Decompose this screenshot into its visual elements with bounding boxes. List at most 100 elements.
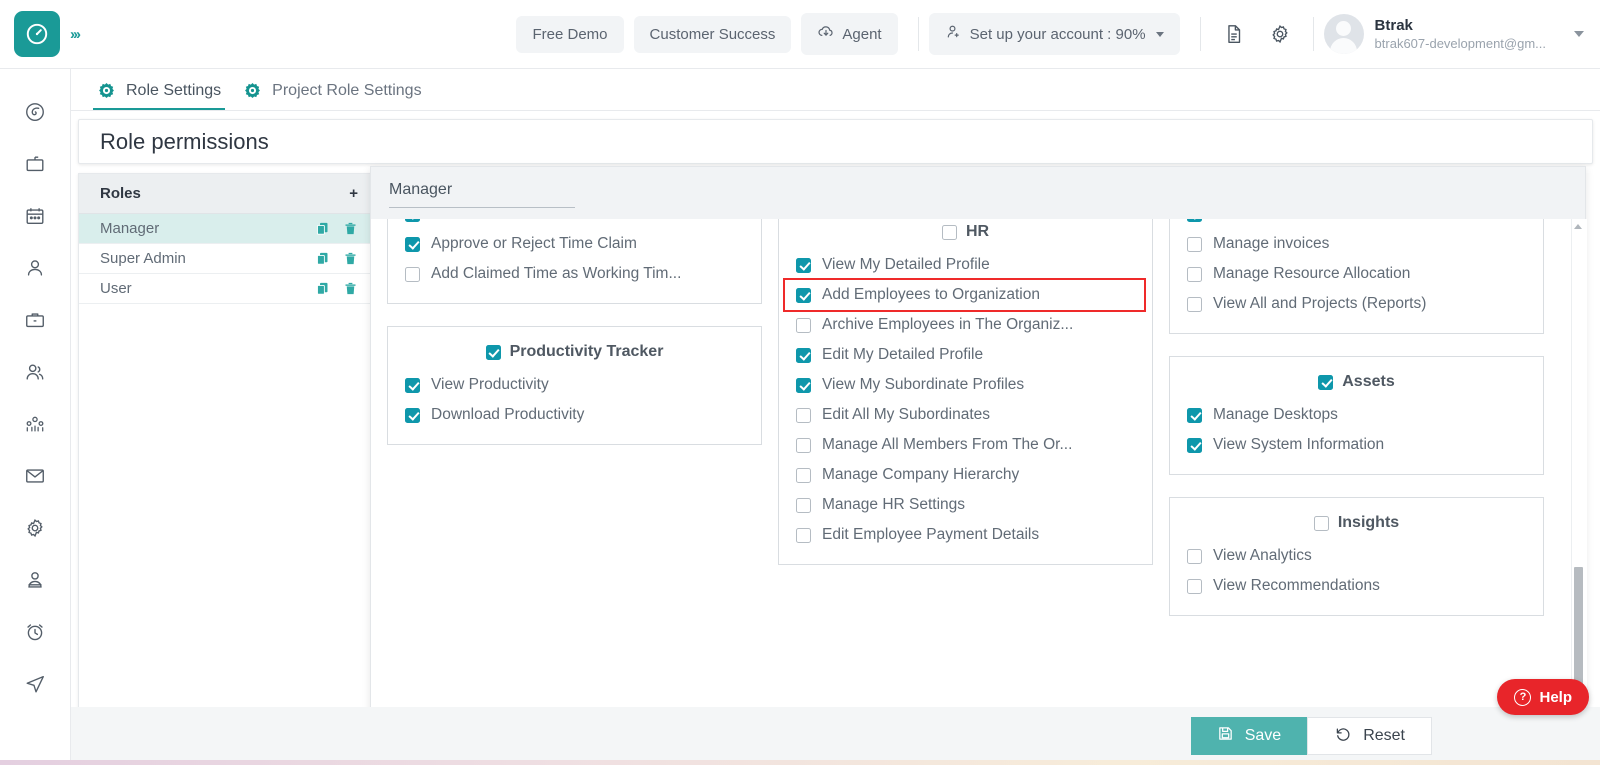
calendar-icon[interactable] <box>13 195 57 237</box>
group-checkbox[interactable] <box>1314 516 1329 531</box>
permission-checkbox[interactable] <box>1187 549 1202 564</box>
users-group-icon[interactable] <box>13 351 57 393</box>
reset-button[interactable]: Reset <box>1307 717 1432 755</box>
permission-item[interactable]: Edit My Detailed Profile <box>779 340 1152 370</box>
scroll-up-arrow-icon[interactable] <box>1574 224 1582 229</box>
permission-checkbox[interactable] <box>796 408 811 423</box>
permission-item[interactable]: Archive Employees in The Organiz... <box>779 310 1152 340</box>
org-people-icon[interactable] <box>13 403 57 445</box>
role-row[interactable]: Super Admin <box>79 244 376 274</box>
role-row[interactable]: Manager <box>79 214 376 244</box>
permission-item[interactable]: View Time Claim <box>388 219 761 229</box>
gear-icon[interactable] <box>13 507 57 549</box>
permission-group-title[interactable]: Assets <box>1170 368 1543 400</box>
permission-checkbox[interactable] <box>796 498 811 513</box>
copy-icon[interactable] <box>315 281 330 296</box>
permission-checkbox[interactable] <box>1187 297 1202 312</box>
gear-icon[interactable] <box>1261 15 1299 53</box>
profile-badge-icon[interactable] <box>13 559 57 601</box>
permission-item[interactable]: View System Information <box>1170 430 1543 460</box>
permission-group-title[interactable]: Insights <box>1170 509 1543 541</box>
permission-checkbox[interactable] <box>1187 267 1202 282</box>
permission-item[interactable]: Manage HR Settings <box>779 490 1152 520</box>
permission-checkbox[interactable] <box>1187 408 1202 423</box>
permission-item[interactable]: Add Claimed Time as Working Tim... <box>388 259 761 289</box>
permission-group-title[interactable]: Productivity Tracker <box>388 338 761 370</box>
briefcase-icon[interactable] <box>13 299 57 341</box>
permission-item[interactable]: Edit Employee Payment Details <box>779 520 1152 550</box>
group-checkbox[interactable] <box>486 345 501 360</box>
avatar[interactable] <box>1324 14 1364 54</box>
permission-checkbox[interactable] <box>1187 219 1202 222</box>
copy-icon[interactable] <box>315 251 330 266</box>
permission-item[interactable]: Manage invoices <box>1170 229 1543 259</box>
group-title-label: HR <box>966 223 989 241</box>
permission-checkbox[interactable] <box>796 438 811 453</box>
permission-checkbox[interactable] <box>1187 438 1202 453</box>
trash-icon[interactable] <box>343 281 358 296</box>
send-navigate-icon[interactable] <box>13 663 57 705</box>
account-setup-button[interactable]: Set up your account : 90% <box>929 13 1180 55</box>
permission-checkbox[interactable] <box>796 318 811 333</box>
permission-item[interactable]: View Recommendations <box>1170 571 1543 601</box>
permission-checkbox[interactable] <box>1187 237 1202 252</box>
save-button[interactable]: Save <box>1191 717 1307 755</box>
trash-icon[interactable] <box>343 221 358 236</box>
group-checkbox[interactable] <box>942 225 957 240</box>
add-role-button[interactable]: + <box>349 186 358 201</box>
permission-checkbox[interactable] <box>796 468 811 483</box>
permission-checkbox[interactable] <box>1187 579 1202 594</box>
permission-item[interactable]: Download Productivity <box>388 400 761 430</box>
permission-checkbox[interactable] <box>405 237 420 252</box>
permission-item-highlighted[interactable]: Add Employees to Organization <box>785 280 1144 310</box>
clock-logo-icon[interactable] <box>14 11 60 57</box>
user-info[interactable]: Btrak btrak607-development@gm... <box>1375 17 1546 52</box>
permission-item[interactable]: View My Subordinate Profiles <box>779 370 1152 400</box>
user-icon[interactable] <box>13 247 57 289</box>
permission-label: Edit All My Subordinates <box>822 406 990 424</box>
user-menu-chevron-down-icon[interactable] <box>1574 31 1584 37</box>
permission-checkbox[interactable] <box>796 348 811 363</box>
role-row[interactable]: User <box>79 274 376 304</box>
permission-item[interactable]: Manage Desktops <box>1170 400 1543 430</box>
permission-item[interactable]: Manage All Members From The Or... <box>779 430 1152 460</box>
permission-item[interactable]: Manage Resource Allocation <box>1170 259 1543 289</box>
permission-column: Edit My AttendanceView Breaks/Idle Times… <box>387 219 762 616</box>
permission-checkbox[interactable] <box>405 267 420 282</box>
tab-role-settings[interactable]: Role Settings <box>93 75 239 110</box>
alarm-clock-icon[interactable] <box>13 611 57 653</box>
permission-item[interactable]: Edit All My Subordinates <box>779 400 1152 430</box>
permission-item[interactable]: View All and Projects (Reports) <box>1170 289 1543 319</box>
permission-item[interactable]: Approve or Reject Time Claim <box>388 229 761 259</box>
permission-item[interactable]: View My Detailed Profile <box>779 250 1152 280</box>
permission-group-title[interactable]: HR <box>779 219 1152 250</box>
permission-label: Download Productivity <box>431 406 584 424</box>
mail-icon[interactable] <box>13 455 57 497</box>
trash-icon[interactable] <box>343 251 358 266</box>
activity-icon[interactable] <box>13 91 57 133</box>
permission-checkbox[interactable] <box>405 219 420 222</box>
permission-item[interactable]: Manage Company Hierarchy <box>779 460 1152 490</box>
permission-checkbox[interactable] <box>796 528 811 543</box>
permission-checkbox[interactable] <box>796 378 811 393</box>
permission-checkbox[interactable] <box>796 288 811 303</box>
group-checkbox[interactable] <box>1318 375 1333 390</box>
selected-role-tab[interactable]: Manager <box>389 181 575 208</box>
tab-project-role-settings[interactable]: Project Role Settings <box>239 75 439 110</box>
permission-item[interactable]: View Analytics <box>1170 541 1543 571</box>
tv-screen-icon[interactable] <box>13 143 57 185</box>
permission-label: Manage Desktops <box>1213 406 1338 424</box>
permissions-scroll-body: Edit My AttendanceView Breaks/Idle Times… <box>371 219 1587 762</box>
document-icon[interactable] <box>1215 15 1253 53</box>
help-widget-button[interactable]: ? Help <box>1497 679 1589 715</box>
permission-checkbox[interactable] <box>405 378 420 393</box>
agent-button[interactable]: Agent <box>801 13 897 55</box>
permission-checkbox[interactable] <box>405 408 420 423</box>
customer-success-button[interactable]: Customer Success <box>634 16 792 53</box>
permission-item[interactable]: View Productivity <box>388 370 761 400</box>
permission-checkbox[interactable] <box>796 258 811 273</box>
permission-item[interactable]: Testsuite Admin <box>1170 219 1543 229</box>
free-demo-button[interactable]: Free Demo <box>516 16 623 53</box>
copy-icon[interactable] <box>315 221 330 236</box>
chevron-double-right-icon[interactable]: ››› <box>70 26 79 43</box>
